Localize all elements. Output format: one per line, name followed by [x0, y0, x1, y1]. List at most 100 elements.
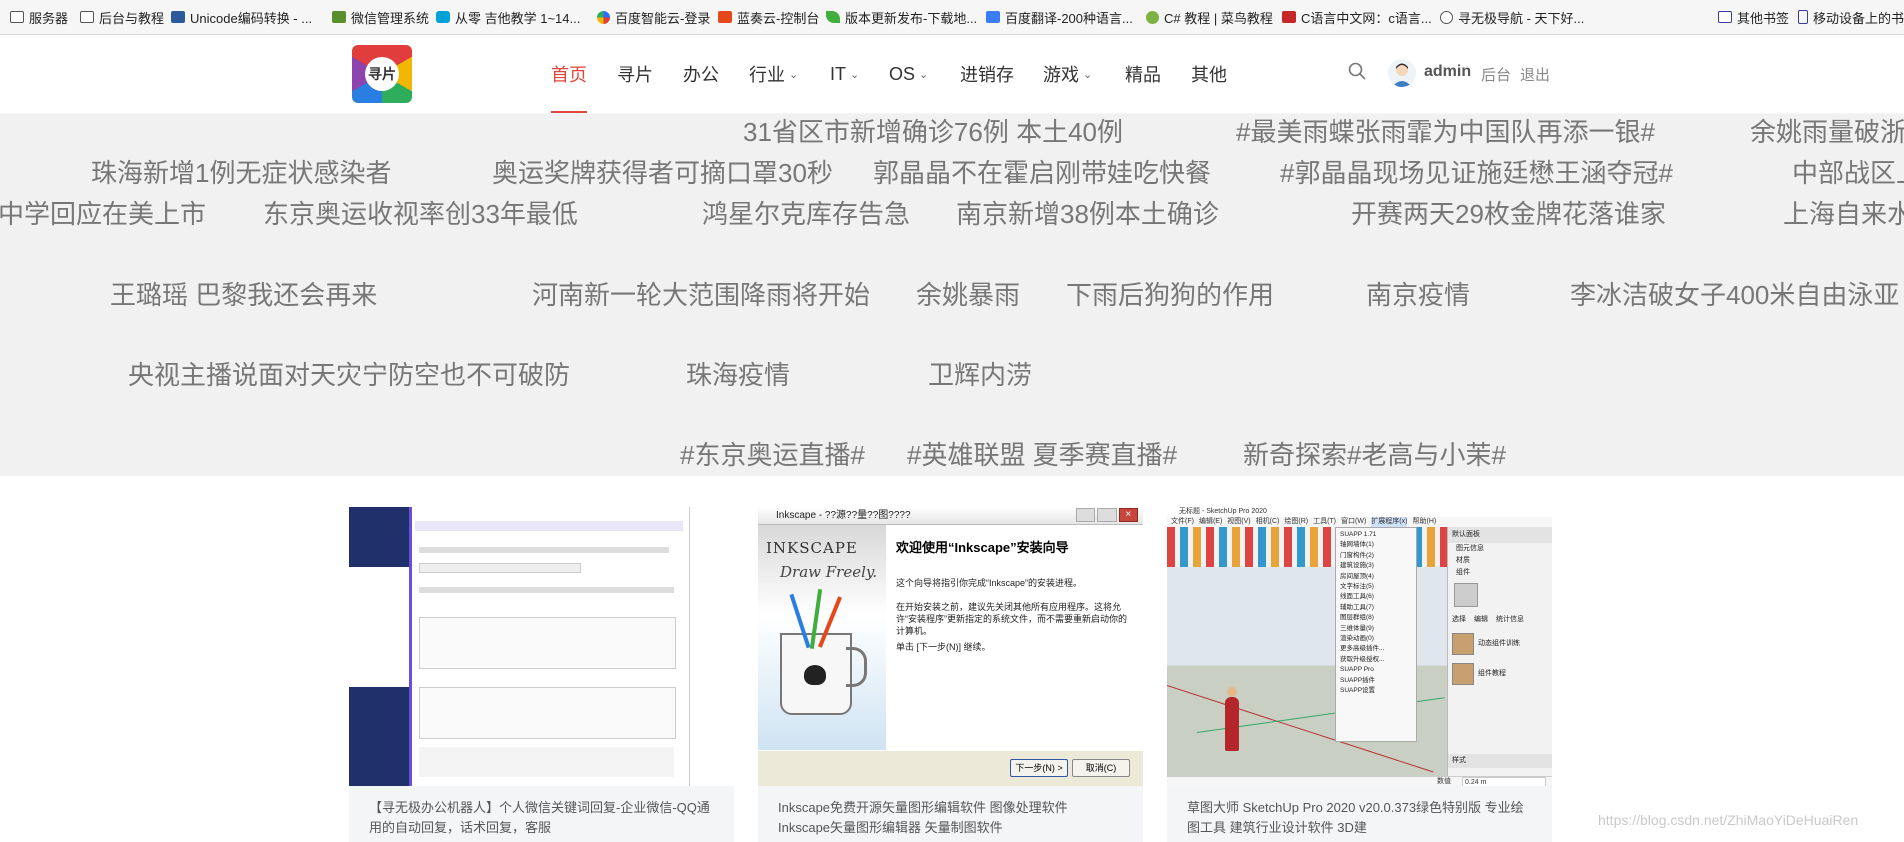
menu-item[interactable]: 帮助(H)	[1412, 517, 1436, 527]
dropdown-item[interactable]: 渲染动画(0)	[1340, 634, 1412, 644]
hot-topic[interactable]: 李冰洁破女子400米自由泳亚	[1570, 280, 1899, 310]
tab[interactable]: 统计信息	[1496, 615, 1524, 625]
dropdown-item[interactable]: 三维体量(9)	[1340, 624, 1412, 634]
dropdown-item[interactable]: 线面工具(6)	[1340, 592, 1412, 602]
tray-section[interactable]: 样式	[1448, 754, 1552, 768]
hot-topic[interactable]: 中学回应在美上市	[0, 199, 206, 229]
hot-topic[interactable]: 央视主播说面对天灾宁防空也不可破防	[128, 360, 570, 390]
nav-xunpian[interactable]: 寻片	[617, 35, 653, 113]
menu-item[interactable]: 扩展程序(x)	[1371, 517, 1408, 527]
hot-topic[interactable]: #东京奥运直播#	[680, 440, 865, 470]
dropdown-item[interactable]: 文字标注(5)	[1340, 582, 1412, 592]
bookmark-wechat-admin[interactable]: 微信管理系统	[332, 0, 429, 34]
hot-topic[interactable]: 鸿星尔克库存告急	[702, 199, 910, 229]
nav-it[interactable]: IT ⌄	[830, 35, 859, 113]
bookmark-runoob[interactable]: C# 教程 | 菜鸟教程	[1146, 0, 1273, 34]
username[interactable]: admin	[1424, 63, 1471, 81]
dropdown-item[interactable]: 房间屋顶(4)	[1340, 572, 1412, 582]
dropdown-item[interactable]: 门窗构件(2)	[1340, 551, 1412, 561]
hot-topic[interactable]: 余姚雨量破浙	[1750, 117, 1904, 147]
dropdown-item[interactable]: SUAPP Pro	[1340, 665, 1412, 675]
menu-item[interactable]: 工具(T)	[1313, 517, 1336, 527]
card-description[interactable]: 草图大师 SketchUp Pro 2020 v20.0.373绿色特别版 专业…	[1187, 798, 1532, 838]
menu-item[interactable]: 窗口(W)	[1341, 517, 1366, 527]
dropdown-item[interactable]: 建筑设施(3)	[1340, 561, 1412, 571]
wechat-robot-screenshot[interactable]	[349, 507, 734, 786]
inkscape-installer-screenshot[interactable]: Inkscape - ??源??量??图???? × INKSCAPE Draw…	[758, 507, 1143, 786]
dropdown-item[interactable]: SUAPP插件	[1340, 676, 1412, 686]
nav-games[interactable]: 游戏 ⌄	[1043, 35, 1092, 113]
hot-topic[interactable]: 开赛两天29枚金牌花落谁家	[1351, 199, 1666, 229]
nav-others[interactable]: 其他	[1191, 35, 1227, 113]
dropdown-item[interactable]: 更多高级插件...	[1340, 644, 1412, 654]
tray-section[interactable]: 图元信息	[1448, 543, 1552, 555]
dropdown-item[interactable]: SUAPP 1.71	[1340, 530, 1412, 540]
next-button[interactable]: 下一步(N) >	[1010, 759, 1068, 777]
bookmark-baidu-cloud[interactable]: 百度智能云-登录	[597, 0, 710, 34]
dropdown-item[interactable]: SUAPP设置	[1340, 686, 1412, 696]
hot-topic[interactable]: 河南新一轮大范围降雨将开始	[532, 280, 870, 310]
menu-item[interactable]: 绘图(R)	[1284, 517, 1308, 527]
minimize-icon[interactable]	[1076, 508, 1096, 522]
tray-section[interactable]: 组件	[1448, 567, 1552, 579]
card-description[interactable]: 【寻无极办公机器人】个人微信关键词回复-企业微信-QQ通用的自动回复，话术回复，…	[369, 798, 714, 838]
card-description[interactable]: Inkscape免费开源矢量图形编辑软件 图像处理软件 Inkscape矢量图形…	[778, 798, 1123, 838]
admin-link[interactable]: 后台	[1481, 64, 1511, 85]
menu-item[interactable]: 相机(C)	[1256, 517, 1280, 527]
nav-office[interactable]: 办公	[683, 35, 719, 113]
bookmark-c-language[interactable]: C语言中文网：c语言...	[1282, 0, 1432, 34]
sketchup-screenshot[interactable]: 无标题 - SketchUp Pro 2020 文件(F) 编辑(E) 视图(V…	[1167, 507, 1552, 786]
nav-featured[interactable]: 精品	[1125, 35, 1161, 113]
bookmark-guitar[interactable]: 从零 吉他教学 1~14...	[436, 0, 580, 34]
search-icon[interactable]	[1348, 62, 1366, 80]
software-card[interactable]: 【寻无极办公机器人】个人微信关键词回复-企业微信-QQ通用的自动回复，话术回复，…	[349, 507, 734, 842]
hot-topic[interactable]: 奥运奖牌获得者可摘口罩30秒	[492, 158, 833, 188]
nav-os[interactable]: OS ⌄	[889, 35, 928, 113]
hot-topic[interactable]: 中部战区上	[1792, 158, 1904, 188]
hot-topic[interactable]: #最美雨蝶张雨霏为中国队再添一银#	[1236, 117, 1655, 147]
close-icon[interactable]: ×	[1118, 508, 1138, 522]
bookmark-lanzou[interactable]: 蓝奏云-控制台	[718, 0, 819, 34]
maximize-icon[interactable]	[1097, 508, 1117, 522]
menu-item[interactable]: 编辑(E)	[1199, 517, 1222, 527]
software-card[interactable]: Inkscape - ??源??量??图???? × INKSCAPE Draw…	[758, 507, 1143, 842]
hot-topic[interactable]: 卫辉内涝	[928, 360, 1032, 390]
hot-topic[interactable]: 东京奥运收视率创33年最低	[263, 199, 578, 229]
bookmark-servers[interactable]: 服务器	[10, 0, 68, 34]
dropdown-item[interactable]: 辅助工具(7)	[1340, 603, 1412, 613]
bookmark-xunwuji-nav[interactable]: 寻无极导航 - 天下好...	[1440, 0, 1584, 34]
hot-topic[interactable]: 南京疫情	[1366, 280, 1470, 310]
bookmark-baidu-translate[interactable]: 百度翻译-200种语言...	[986, 0, 1133, 34]
hot-topic[interactable]: 南京新增38例本土确诊	[956, 199, 1219, 229]
hot-topic[interactable]: 珠海新增1例无症状感染者	[91, 158, 391, 188]
nav-inventory[interactable]: 进销存	[960, 35, 1014, 113]
dropdown-item[interactable]: 获取升级授权...	[1340, 655, 1412, 665]
tab[interactable]: 编辑	[1474, 615, 1488, 625]
avatar[interactable]	[1388, 59, 1416, 87]
hot-topic[interactable]: 上海自来水	[1783, 199, 1904, 229]
status-value[interactable]: 0.24 m	[1462, 777, 1546, 786]
hot-topic[interactable]: #英雄联盟 夏季赛直播#	[907, 440, 1177, 470]
component-item[interactable]: 动态组件训练	[1448, 629, 1552, 659]
tray-section[interactable]: 材质	[1448, 555, 1552, 567]
hot-topic[interactable]: 王璐瑶 巴黎我还会再来	[110, 280, 377, 310]
menu-item[interactable]: 文件(F)	[1171, 517, 1194, 527]
hot-topic[interactable]: 新奇探索#老高与小茉#	[1243, 440, 1506, 470]
cancel-button[interactable]: 取消(C)	[1072, 759, 1130, 777]
bookmark-backend-tutorials[interactable]: 后台与教程	[80, 0, 164, 34]
site-logo[interactable]: 寻片	[352, 45, 412, 103]
bookmark-mobile[interactable]: 移动设备上的书	[1798, 0, 1904, 34]
tab[interactable]: 选择	[1452, 615, 1466, 625]
bookmark-unicode[interactable]: Unicode编码转换 - ...	[171, 0, 312, 34]
dropdown-item[interactable]: 图层群组(8)	[1340, 613, 1412, 623]
software-card[interactable]: 无标题 - SketchUp Pro 2020 文件(F) 编辑(E) 视图(V…	[1167, 507, 1552, 842]
hot-topic[interactable]: 下雨后狗狗的作用	[1066, 280, 1274, 310]
logout-link[interactable]: 退出	[1520, 64, 1550, 85]
nav-industry[interactable]: 行业 ⌄	[749, 35, 798, 113]
bookmark-other[interactable]: 其他书签	[1718, 0, 1789, 34]
hot-topic[interactable]: #郭晶晶现场见证施廷懋王涵夺冠#	[1280, 158, 1673, 188]
hot-topic[interactable]: 郭晶晶不在霍启刚带娃吃快餐	[873, 158, 1211, 188]
menu-item[interactable]: 视图(V)	[1227, 517, 1250, 527]
nav-home[interactable]: 首页	[551, 35, 587, 113]
hot-topic[interactable]: 珠海疫情	[686, 360, 790, 390]
